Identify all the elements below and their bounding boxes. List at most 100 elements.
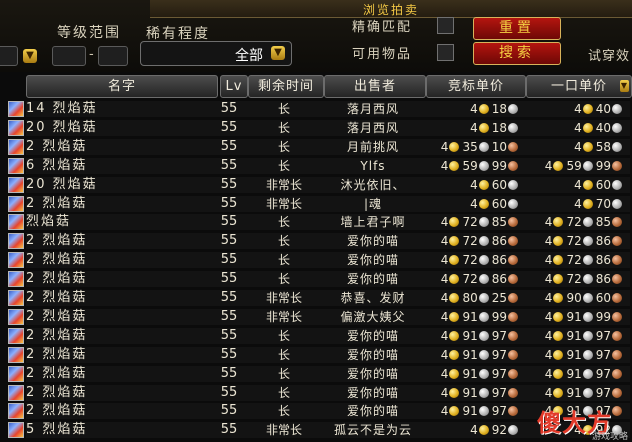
min-level-input[interactable] [52,46,86,66]
gold-coin-icon [553,293,564,303]
silver-coin-icon [582,330,593,341]
silver-coin-icon [582,217,593,228]
item-icon[interactable] [8,101,24,117]
seller-name: 孤云不是为云 [333,423,412,438]
buyout-price: 4 72 86 [528,252,624,268]
column-time-left-header[interactable]: 剩余时间 [248,75,324,98]
reset-button[interactable]: 重置 [473,17,561,40]
silver-amount: 91 [462,309,478,324]
item-icon[interactable] [8,119,24,136]
table-row[interactable]: 2 烈焰菇 55 长 爱你的喵 4 91 97 4 91 97 [0,327,632,345]
copper-amount: 86 [595,272,611,287]
gold-coin-icon [478,122,489,133]
table-row[interactable]: 烈焰菇 55 长 墙上君子啊 4 72 85 4 72 85 [0,213,632,231]
dropdown-arrow-icon[interactable]: ▼ [23,49,37,63]
table-row[interactable]: 2 烈焰菇 55 长 爱你的喵 4 91 97 4 91 97 [0,346,632,364]
item-icon[interactable] [8,195,24,212]
max-level-input[interactable] [98,46,128,66]
table-row[interactable]: 2 烈焰菇 55 长 爱你的喵 4 91 97 4 91 97 [0,384,632,402]
item-icon[interactable] [8,214,24,231]
item-icon[interactable] [8,290,24,306]
rarity-dropdown[interactable]: 全部 ▼ [140,41,292,66]
item-icon[interactable] [8,422,24,439]
silver-amount: 58 [595,139,611,154]
item-name: 2 烈焰菇 [26,252,88,268]
silver-amount: 91 [462,328,478,343]
item-icon[interactable] [8,157,24,174]
gold-coin-icon [553,274,564,285]
table-row[interactable]: 2 烈焰菇 55 长 爱你的喵 4 72 86 4 72 86 [0,232,632,250]
name-search-input[interactable] [0,46,18,66]
item-icon[interactable] [8,271,24,288]
gold-amount: 4 [574,139,582,154]
table-row[interactable]: 2 烈焰菇 55 非常长 恭喜、发财 4 80 25 4 90 60 [0,289,632,307]
copper-coin-icon [508,217,518,228]
rarity-dropdown-arrow-icon[interactable]: ▼ [271,46,285,60]
bid-price: 4 18 [432,120,520,136]
item-name: 20 烈焰菇 [26,176,98,192]
table-row[interactable]: 6 烈焰菇 55 长 Ylfs 4 59 99 4 59 99 [0,157,632,175]
seller-name: Ylfs [360,158,386,173]
silver-amount: 35 [462,139,478,154]
column-name-header[interactable]: 名字 [26,75,218,98]
item-icon[interactable] [8,403,24,420]
item-level: 55 [220,403,238,419]
gold-coin-icon [553,255,564,266]
table-row[interactable]: 2 烈焰菇 55 长 爱你的喵 4 72 86 4 72 86 [0,270,632,288]
rarity-label: 稀有程度 [146,26,210,42]
item-icon[interactable] [8,252,24,269]
table-row[interactable]: 14 烈焰菇 55 长 落月西风 4 18 4 40 [0,100,632,118]
column-bid-header[interactable]: 竞标单价 [426,75,526,98]
sort-arrow-icon[interactable]: ▼ [620,80,629,92]
item-icon[interactable] [8,327,24,344]
table-row[interactable]: 20 烈焰菇 55 非常长 沐光依旧、 4 60 4 60 [0,176,632,194]
copper-amount: 86 [491,234,507,249]
table-row[interactable]: 2 烈焰菇 55 非常长 |魂 4 60 4 70 [0,195,632,213]
try-on-label: 试穿效 [588,49,631,64]
seller-name: 墙上君子啊 [340,215,406,230]
column-seller-header[interactable]: 出售者 [324,75,426,98]
copper-coin-icon [508,387,518,398]
time-left: 非常长 [265,196,302,211]
copper-coin-icon [508,406,518,417]
copper-coin-icon [612,387,622,398]
table-row[interactable]: 20 烈焰菇 55 长 落月西风 4 18 4 40 [0,119,632,137]
silver-coin-icon [508,425,518,436]
gold-coin-icon [478,198,489,209]
seller-name: 爱你的喵 [346,328,399,343]
silver-coin-icon [478,236,489,247]
gold-coin-icon [449,160,460,171]
item-icon[interactable] [8,365,24,382]
item-icon[interactable] [8,346,24,363]
exact-match-checkbox[interactable] [437,17,454,34]
buyout-price: 4 72 85 [528,214,624,230]
table-row[interactable]: 2 烈焰菇 55 长 爱你的喵 4 91 97 4 91 97 [0,365,632,383]
item-level: 55 [220,195,238,211]
silver-amount: 18 [491,102,507,116]
column-buyout-header[interactable]: 一口单价 ▼ [526,75,632,98]
copper-coin-icon [508,293,518,303]
column-level-header[interactable]: Lv [220,75,248,98]
usable-items-checkbox[interactable] [437,44,454,61]
item-icon[interactable] [8,308,24,325]
bid-price: 4 60 [432,196,520,212]
gold-amount: 4 [440,347,449,362]
time-left: 长 [277,404,290,419]
item-icon[interactable] [8,176,24,193]
item-icon[interactable] [8,233,24,250]
table-row[interactable]: 2 烈焰菇 55 长 月前挑风 4 35 10 4 58 [0,138,632,156]
item-name: 2 烈焰菇 [26,403,88,419]
gold-coin-icon [582,141,593,152]
search-button[interactable]: 搜索 [473,42,561,65]
copper-amount: 97 [491,385,507,400]
item-name: 14 烈焰菇 [26,101,98,116]
column-header-row: 名字 Lv 剩余时间 出售者 竞标单价 一口单价 ▼ [0,75,632,98]
gold-coin-icon [449,141,460,152]
item-level: 55 [220,290,238,305]
item-icon[interactable] [8,384,24,401]
item-level: 55 [220,384,238,400]
table-row[interactable]: 2 烈焰菇 55 长 爱你的喵 4 72 86 4 72 86 [0,251,632,269]
item-icon[interactable] [8,138,24,155]
table-row[interactable]: 2 烈焰菇 55 非常长 偏激大姨父 4 91 99 4 91 99 [0,308,632,326]
copper-amount: 99 [491,309,507,324]
